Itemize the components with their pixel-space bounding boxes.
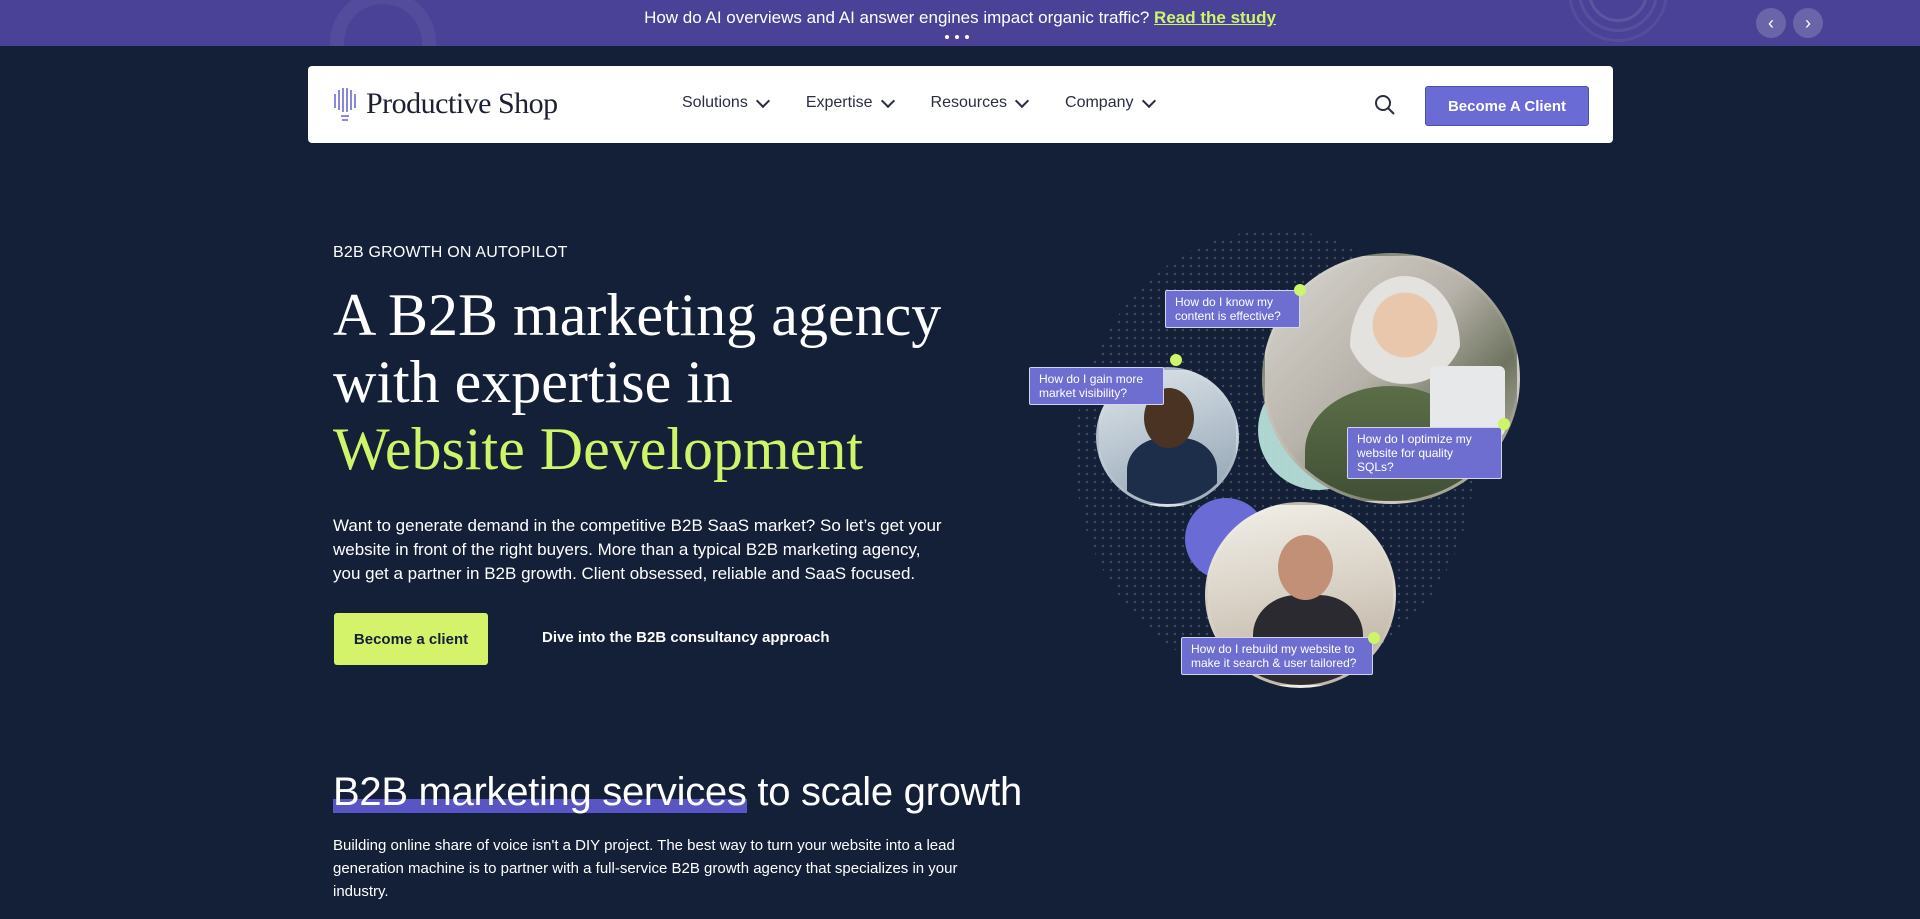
hero-eyebrow: B2B GROWTH ON AUTOPILOT <box>333 244 568 261</box>
nav-menu: Solutions Expertise Resources Company <box>682 93 1192 112</box>
consultancy-approach-link[interactable]: Dive into the B2B consultancy approach <box>542 629 830 646</box>
nav-item-label: Expertise <box>805 94 873 111</box>
accent-dot <box>1498 418 1510 430</box>
carousel-dot[interactable] <box>955 35 959 39</box>
chevron-left-icon: ‹ <box>1768 12 1774 33</box>
accent-dot <box>1294 284 1306 296</box>
announcement-next-button[interactable]: › <box>1793 8 1823 38</box>
question-bubble: How do I optimize my website for quality… <box>1347 427 1502 479</box>
nav-item-expertise[interactable]: Expertise <box>805 93 895 112</box>
logo-icon <box>334 88 356 121</box>
logo-text: Productive Shop <box>366 87 558 120</box>
nav-item-resources[interactable]: Resources <box>930 93 1030 112</box>
hero-lead: Want to generate demand in the competiti… <box>333 516 942 583</box>
hero-headline: A B2B marketing agency with expertise in… <box>333 282 973 483</box>
services-title: B2B marketing services to scale growth <box>333 770 1022 815</box>
chevron-down-icon <box>880 93 895 108</box>
services-body: Building online share of voice isn't a D… <box>333 837 958 900</box>
nav-item-solutions[interactable]: Solutions <box>682 93 770 112</box>
carousel-dots <box>945 35 969 39</box>
become-client-button[interactable]: Become a client <box>334 613 488 665</box>
announcement-bar: How do AI overviews and AI answer engine… <box>0 0 1920 46</box>
main-navigation: Productive Shop Solutions Expertise Reso… <box>308 66 1613 143</box>
nav-item-label: Resources <box>930 94 1008 111</box>
announcement-prev-button[interactable]: ‹ <box>1756 8 1786 38</box>
services-title-highlight: B2B marketing services <box>333 770 747 814</box>
nav-item-label: Solutions <box>682 94 748 111</box>
announcement-text: How do AI overviews and AI answer engine… <box>644 8 1150 27</box>
chevron-right-icon: › <box>1805 12 1811 33</box>
question-bubble: How do I gain more market visibility? <box>1029 367 1164 405</box>
hero-headline-highlight: Website Development <box>333 416 864 482</box>
become-client-nav-button[interactable]: Become A Client <box>1425 86 1589 126</box>
search-icon <box>1375 95 1395 115</box>
search-button[interactable] <box>1374 94 1396 121</box>
carousel-dot[interactable] <box>945 35 949 39</box>
announcement-link[interactable]: Read the study <box>1154 8 1276 27</box>
nav-item-company[interactable]: Company <box>1065 93 1156 112</box>
logo[interactable]: Productive Shop <box>332 86 558 122</box>
accent-dot <box>1170 354 1182 366</box>
question-bubble: How do I know my content is effective? <box>1165 290 1300 328</box>
carousel-dot[interactable] <box>965 35 969 39</box>
accent-dot <box>1368 632 1380 644</box>
hero-headline-line-1: A B2B marketing agency <box>333 282 942 348</box>
nav-item-label: Company <box>1065 94 1134 111</box>
question-bubble: How do I rebuild my website to make it s… <box>1181 637 1373 675</box>
chevron-down-icon <box>1014 93 1030 108</box>
hero-illustration: How do I know my content is effective? H… <box>1000 220 1560 690</box>
chevron-down-icon <box>1141 93 1156 108</box>
services-title-rest: to scale growth <box>746 770 1022 814</box>
announcement-message: How do AI overviews and AI answer engine… <box>0 8 1920 28</box>
chevron-down-icon <box>755 93 770 108</box>
hero-headline-line-2: with expertise in <box>333 349 733 415</box>
